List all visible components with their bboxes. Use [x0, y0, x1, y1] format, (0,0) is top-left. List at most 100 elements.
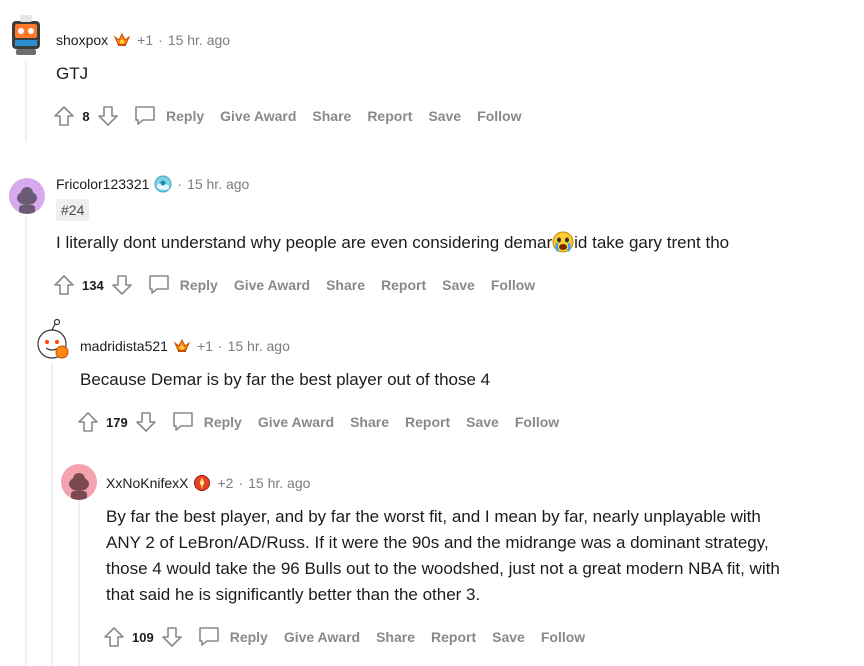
thread-line[interactable] [51, 363, 53, 666]
separator-dot: · [158, 32, 163, 48]
follow-label: Follow [477, 108, 522, 124]
thread-line[interactable] [25, 62, 27, 142]
comment-author[interactable]: Fricolor123321 [56, 176, 149, 192]
downvote-icon[interactable] [110, 273, 134, 297]
comment-body-part: I literally dont understand why people a… [56, 233, 553, 252]
report-button[interactable]: Report [431, 629, 476, 645]
comment-author[interactable]: shoxpox [56, 32, 108, 48]
comment-body: GTJ [56, 64, 89, 83]
reply-label: Reply [203, 414, 242, 430]
comment-author[interactable]: madridista521 [80, 338, 168, 354]
vote-score: 179 [106, 414, 128, 430]
vote-score: 109 [132, 629, 154, 645]
share-label: Share [350, 414, 390, 430]
timestamp[interactable]: 15 hr. ago [168, 32, 230, 48]
comment-bubble-icon [170, 408, 204, 437]
report-label: Report [431, 629, 477, 645]
award-icon[interactable] [113, 31, 131, 49]
comment-body: By far the best player, and by far the w… [106, 504, 780, 608]
upvote-icon[interactable] [52, 273, 76, 297]
timestamp[interactable]: 15 hr. ago [248, 475, 310, 491]
report-button[interactable]: Report [367, 108, 412, 124]
comment-author[interactable]: XxNoKnifexX [106, 475, 188, 491]
user-flair: #24 [56, 199, 90, 221]
save-button[interactable]: Save [492, 629, 525, 645]
avatar[interactable] [61, 464, 97, 500]
avatar[interactable] [34, 318, 70, 362]
globe-icon [154, 175, 172, 193]
share-button[interactable]: Share [350, 414, 389, 430]
downvote-icon[interactable] [134, 410, 158, 434]
comment-actions: 8 Reply Give Award Share Report Save Fol… [52, 101, 537, 131]
follow-button[interactable]: Follow [477, 108, 521, 124]
award-count: +1 [196, 338, 213, 354]
save-button[interactable]: Save [466, 414, 499, 430]
separator-dot: · [177, 176, 183, 192]
save-button[interactable]: Save [428, 108, 461, 124]
reply-button[interactable]: Reply [170, 408, 242, 437]
share-button[interactable]: Share [312, 108, 351, 124]
separator-dot: · [217, 338, 223, 354]
save-label: Save [466, 414, 499, 430]
comment-bubble-icon [132, 102, 166, 131]
avatar[interactable] [8, 13, 44, 57]
give-award-button[interactable]: Give Award [284, 629, 360, 645]
report-label: Report [381, 277, 427, 293]
reply-label: Reply [166, 108, 205, 124]
save-button[interactable]: Save [442, 277, 475, 293]
comment-body-line: ANY 2 of LeBron/AD/Russ. If it were the … [106, 533, 769, 552]
thread-line[interactable] [25, 217, 27, 666]
follow-button[interactable]: Follow [491, 277, 535, 293]
report-label: Report [405, 414, 451, 430]
comment-body-line: that said he is significantly better tha… [106, 585, 481, 604]
downvote-icon[interactable] [96, 104, 120, 128]
reply-label: Reply [229, 629, 268, 645]
comment-body-part: id take gary trent tho [574, 233, 730, 252]
upvote-icon[interactable] [52, 104, 76, 128]
report-label: Report [367, 108, 413, 124]
follow-button[interactable]: Follow [541, 629, 585, 645]
give-award-button[interactable]: Give Award [258, 414, 334, 430]
timestamp[interactable]: 15 hr. ago [228, 338, 290, 354]
share-button[interactable]: Share [376, 629, 415, 645]
save-label: Save [492, 629, 525, 645]
award-icon[interactable] [173, 337, 191, 355]
give-award-label: Give Award [233, 277, 311, 293]
follow-label: Follow [514, 414, 560, 430]
report-button[interactable]: Report [381, 277, 426, 293]
give-award-button[interactable]: Give Award [220, 108, 296, 124]
comment-bubble-icon [196, 623, 230, 652]
reply-label: Reply [179, 277, 218, 293]
award-icon[interactable] [193, 474, 211, 492]
comment-actions: 109 Reply Give Award Share Report Save F… [102, 622, 601, 652]
save-label: Save [442, 277, 475, 293]
comment-body: I literally dont understand why people a… [56, 230, 729, 256]
upvote-icon[interactable] [76, 410, 100, 434]
timestamp[interactable]: 15 hr. ago [187, 176, 249, 192]
give-award-label: Give Award [283, 629, 361, 645]
comment-body-line: By far the best player, and by far the w… [106, 507, 761, 526]
comment-body-line: those 4 would take the 96 Bulls out to t… [106, 559, 780, 578]
report-button[interactable]: Report [405, 414, 450, 430]
share-label: Share [326, 277, 366, 293]
give-award-button[interactable]: Give Award [234, 277, 310, 293]
comment-bubble-icon [146, 271, 180, 300]
save-label: Save [428, 108, 462, 124]
follow-label: Follow [540, 629, 586, 645]
share-label: Share [312, 108, 352, 124]
share-button[interactable]: Share [326, 277, 365, 293]
reply-button[interactable]: Reply [132, 102, 204, 131]
share-label: Share [376, 629, 416, 645]
follow-button[interactable]: Follow [515, 414, 559, 430]
separator-dot: · [238, 475, 244, 491]
comment-actions: 134 Reply Give Award Share Report Save F… [52, 270, 551, 300]
upvote-icon[interactable] [102, 625, 126, 649]
reply-button[interactable]: Reply [196, 623, 268, 652]
downvote-icon[interactable] [160, 625, 184, 649]
reply-button[interactable]: Reply [146, 271, 218, 300]
avatar[interactable] [9, 178, 45, 214]
thread-line[interactable] [78, 500, 80, 666]
vote-score: 8 [82, 108, 90, 124]
follow-label: Follow [490, 277, 536, 293]
vote-score: 134 [82, 277, 104, 293]
